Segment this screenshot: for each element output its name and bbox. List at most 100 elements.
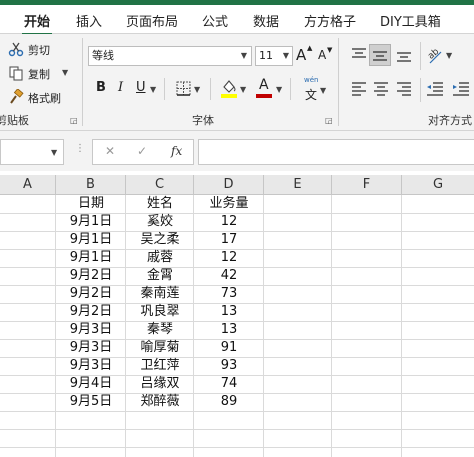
cancel-icon[interactable]: ✕ bbox=[105, 144, 115, 158]
orientation-icon[interactable]: ab bbox=[426, 44, 444, 66]
date-cell[interactable]: 9月3日 bbox=[56, 357, 126, 375]
name-cell[interactable]: 奚姣 bbox=[126, 213, 194, 231]
font-launcher-icon[interactable]: ◲ bbox=[325, 116, 333, 125]
align-left-icon[interactable] bbox=[351, 82, 367, 96]
formula-input[interactable] bbox=[198, 139, 474, 165]
column-header-b[interactable]: B bbox=[56, 175, 126, 195]
shrink-font-button[interactable]: A ▼ bbox=[318, 46, 336, 66]
tab-diy-toolbox[interactable]: DIY工具箱 bbox=[380, 11, 441, 30]
name-cell[interactable]: 吴之柔 bbox=[126, 231, 194, 249]
tab-fangfang[interactable]: 方方格子 bbox=[304, 11, 356, 30]
align-top-icon[interactable] bbox=[351, 48, 367, 62]
header-cell-date[interactable]: 日期 bbox=[56, 195, 126, 213]
phonetic-guide-button[interactable]: wén 文 ▼ bbox=[298, 76, 326, 102]
volume-cell[interactable]: 93 bbox=[194, 357, 264, 375]
borders-dropdown-icon[interactable]: ▼ bbox=[194, 85, 200, 94]
tab-insert[interactable]: 插入 bbox=[76, 11, 102, 30]
font-size-select[interactable]: 11 ▼ bbox=[255, 46, 293, 66]
header-cell-volume[interactable]: 业务量 bbox=[194, 195, 264, 213]
align-middle-button[interactable] bbox=[369, 44, 391, 66]
name-cell[interactable]: 卫红萍 bbox=[126, 357, 194, 375]
volume-cell[interactable]: 17 bbox=[194, 231, 264, 249]
name-box[interactable]: ▼ bbox=[0, 139, 64, 165]
format-painter-button[interactable]: 格式刷 bbox=[8, 88, 84, 106]
orientation-dropdown-icon[interactable]: ▼ bbox=[446, 51, 452, 60]
underline-dropdown-icon[interactable]: ▼ bbox=[150, 85, 156, 94]
date-cell[interactable]: 9月3日 bbox=[56, 321, 126, 339]
italic-button[interactable]: I bbox=[118, 80, 123, 95]
grow-font-button[interactable]: A ▲ bbox=[296, 44, 314, 66]
name-cell[interactable]: 喻厚菊 bbox=[126, 339, 194, 357]
align-right-icon[interactable] bbox=[396, 82, 412, 96]
align-center-icon[interactable] bbox=[373, 82, 389, 96]
name-cell[interactable]: 秦南莲 bbox=[126, 285, 194, 303]
name-box-dropdown-icon[interactable]: ▼ bbox=[51, 148, 57, 157]
copy-button[interactable]: 复制 ▼ bbox=[8, 64, 84, 82]
gridline bbox=[0, 429, 474, 430]
font-name-select[interactable]: 等线 ▼ bbox=[88, 46, 252, 66]
group-separator bbox=[82, 38, 83, 126]
column-header-g[interactable]: G bbox=[402, 175, 474, 195]
gridline bbox=[0, 411, 474, 412]
underline-button[interactable]: U bbox=[136, 80, 146, 95]
volume-cell[interactable]: 12 bbox=[194, 213, 264, 231]
name-cell[interactable]: 吕缘双 bbox=[126, 375, 194, 393]
header-cell-name[interactable]: 姓名 bbox=[126, 195, 194, 213]
column-header-e[interactable]: E bbox=[264, 175, 332, 195]
borders-icon[interactable] bbox=[176, 81, 191, 96]
column-header-a[interactable]: A bbox=[0, 175, 56, 195]
volume-cell[interactable]: 74 bbox=[194, 375, 264, 393]
date-cell[interactable]: 9月5日 bbox=[56, 393, 126, 411]
formula-bar: ▼ ⋮ ✕ ✓ fx bbox=[0, 131, 474, 171]
name-cell[interactable]: 秦琴 bbox=[126, 321, 194, 339]
bold-button[interactable]: B bbox=[96, 80, 106, 95]
enter-icon[interactable]: ✓ bbox=[137, 144, 147, 158]
clipboard-launcher-icon[interactable]: ◲ bbox=[70, 116, 78, 125]
date-cell[interactable]: 9月2日 bbox=[56, 303, 126, 321]
insert-function-icon[interactable]: fx bbox=[171, 144, 182, 158]
date-cell[interactable]: 9月2日 bbox=[56, 267, 126, 285]
font-size-value: 11 bbox=[259, 49, 273, 62]
divider bbox=[290, 78, 291, 100]
volume-cell[interactable]: 73 bbox=[194, 285, 264, 303]
name-cell[interactable]: 巩良翠 bbox=[126, 303, 194, 321]
tab-page-layout[interactable]: 页面布局 bbox=[126, 11, 178, 30]
volume-cell[interactable]: 42 bbox=[194, 267, 264, 285]
volume-cell[interactable]: 91 bbox=[194, 339, 264, 357]
font-color-dropdown-icon[interactable]: ▼ bbox=[276, 85, 282, 94]
volume-cell[interactable]: 12 bbox=[194, 249, 264, 267]
column-header-c[interactable]: C bbox=[126, 175, 194, 195]
fill-color-dropdown-icon[interactable]: ▼ bbox=[240, 85, 246, 94]
volume-cell[interactable]: 89 bbox=[194, 393, 264, 411]
tab-data[interactable]: 数据 bbox=[253, 11, 279, 30]
font-color-button[interactable]: A bbox=[256, 77, 274, 100]
volume-cell[interactable]: 13 bbox=[194, 321, 264, 339]
name-cell[interactable]: 金霄 bbox=[126, 267, 194, 285]
date-cell[interactable]: 9月2日 bbox=[56, 285, 126, 303]
decrease-indent-icon[interactable] bbox=[426, 82, 444, 96]
increase-indent-icon[interactable] bbox=[452, 82, 470, 96]
column-header-d[interactable]: D bbox=[194, 175, 264, 195]
date-cell[interactable]: 9月3日 bbox=[56, 339, 126, 357]
column-header-f[interactable]: F bbox=[332, 175, 402, 195]
align-bottom-icon[interactable] bbox=[396, 48, 412, 62]
date-cell[interactable]: 9月1日 bbox=[56, 249, 126, 267]
name-cell[interactable]: 郑醉薇 bbox=[126, 393, 194, 411]
gridline bbox=[331, 195, 332, 457]
divider bbox=[420, 78, 421, 102]
date-cell[interactable]: 9月1日 bbox=[56, 213, 126, 231]
copy-dropdown-icon[interactable]: ▼ bbox=[62, 68, 68, 77]
volume-cell[interactable]: 13 bbox=[194, 303, 264, 321]
tab-formulas[interactable]: 公式 bbox=[202, 11, 228, 30]
cut-button[interactable]: 剪切 bbox=[8, 40, 84, 58]
date-cell[interactable]: 9月4日 bbox=[56, 375, 126, 393]
align-middle-icon bbox=[373, 51, 387, 61]
splitter-grip-icon[interactable]: ⋮ bbox=[75, 143, 85, 154]
fill-color-icon[interactable] bbox=[220, 78, 238, 98]
tab-home[interactable]: 开始 bbox=[21, 11, 53, 36]
name-cell[interactable]: 戚蓉 bbox=[126, 249, 194, 267]
font-group-label: 字体 bbox=[192, 114, 214, 127]
copy-icon bbox=[9, 66, 23, 81]
cut-label: 剪切 bbox=[28, 44, 50, 57]
date-cell[interactable]: 9月1日 bbox=[56, 231, 126, 249]
